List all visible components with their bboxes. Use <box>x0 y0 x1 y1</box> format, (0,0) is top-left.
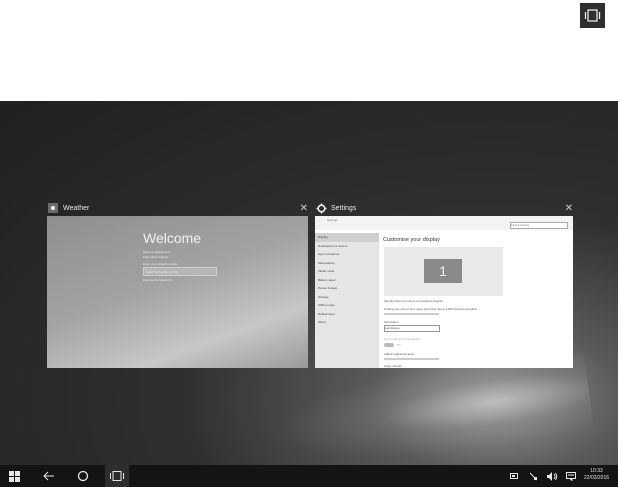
tablet-mode-icon[interactable] <box>580 3 605 28</box>
volume-icon[interactable] <box>546 465 558 487</box>
sidebar-item-tablet-mode: Tablet mode <box>318 269 335 273</box>
sidebar-item-multitasking: Multi-tasking <box>318 260 335 265</box>
sidebar-item-offline-maps: Offline maps <box>318 303 335 307</box>
back-arrow-icon <box>43 471 54 481</box>
orientation-select: Landscape <box>384 325 440 332</box>
clock[interactable]: 10:33 22/03/2016 <box>584 468 609 482</box>
search-button[interactable] <box>74 465 92 487</box>
sidebar-item-power: Power & sleep <box>318 286 338 290</box>
clock-time: 10:33 <box>590 468 603 474</box>
windows-icon <box>8 470 20 482</box>
settings-search-placeholder: Find a setting <box>511 223 530 227</box>
weather-title: Weather <box>63 204 90 212</box>
brightness-slider <box>384 358 439 360</box>
settings-sidebar: Display Notifications & actions Apps & f… <box>315 233 379 368</box>
sidebar-item-battery: Battery saver <box>318 277 336 282</box>
sidebar-item-display: Display <box>315 233 379 242</box>
settings-titlebar: Settings ✕ <box>315 200 573 216</box>
weather-line: Search for a town or city <box>146 270 179 274</box>
scale-slider <box>384 313 439 315</box>
back-button[interactable] <box>40 465 58 487</box>
action-center-icon[interactable] <box>565 465 577 487</box>
battery-icon[interactable] <box>508 465 520 487</box>
settings-app-label: Settings <box>327 218 338 222</box>
settings-main: Customise your display 1 Identify Detect… <box>383 236 568 368</box>
weather-titlebar: Weather ✕ <box>47 200 308 216</box>
sidebar-item-apps: Apps & features <box>318 252 340 256</box>
task-view-button[interactable] <box>105 465 129 487</box>
clock-date: 22/03/2016 <box>584 475 610 481</box>
sidebar-item-storage: Storage <box>318 294 329 299</box>
sidebar-item-notifications: Notifications & actions <box>318 243 348 248</box>
weather-preview: Welcome Show temperature in Fahrenheit C… <box>47 216 308 368</box>
weather-close-icon[interactable]: ✕ <box>300 203 308 214</box>
network-icon[interactable] <box>527 465 539 487</box>
settings-header: ← Settings Find a setting <box>315 216 573 230</box>
weather-line: Find me the latest info <box>143 278 173 282</box>
weather-line: Fahrenheit Celsius <box>143 255 169 259</box>
rotation-lock-toggle <box>384 343 394 347</box>
sidebar-item-default-apps: Default apps <box>318 311 335 316</box>
weather-welcome: Welcome <box>143 230 202 246</box>
settings-text: Apply Cancel <box>384 364 402 368</box>
weather-search-box: Search for a town or city <box>143 267 217 276</box>
settings-text: Adjust brightness level <box>384 352 415 356</box>
display-preview: 1 <box>384 247 503 296</box>
gear-icon <box>315 202 327 214</box>
weather-line: Enter your default location <box>143 262 178 266</box>
settings-text: Identify Detect Connect to a wireless di… <box>384 299 443 303</box>
settings-title: Settings <box>331 204 357 212</box>
sidebar-item-about: About <box>318 320 326 324</box>
settings-text: Change the size of text, apps and other … <box>384 307 477 311</box>
settings-search-box: Find a setting <box>510 222 568 229</box>
settings-preview: ← Settings Find a setting Display Notifi… <box>315 216 573 368</box>
orientation-value: Landscape <box>385 326 400 330</box>
start-button[interactable] <box>5 465 23 487</box>
settings-heading: Customise your display <box>383 237 440 243</box>
monitor-number: 1 <box>424 259 462 283</box>
cortana-circle-icon <box>77 470 89 482</box>
task-view-icon <box>110 471 124 481</box>
settings-text: Lock rotation of this display <box>384 337 421 341</box>
taskbar: 10:33 22/03/2016 <box>0 465 618 487</box>
settings-window-thumbnail[interactable]: Settings ✕ ← Settings Find a setting Dis… <box>315 200 573 368</box>
weather-app-icon <box>47 202 59 214</box>
settings-text: Orientation <box>384 320 399 324</box>
weather-line: Show temperature in <box>143 250 171 254</box>
weather-window-thumbnail[interactable]: Weather ✕ Welcome Show temperature in Fa… <box>47 200 308 368</box>
multitask-icon <box>584 9 601 22</box>
settings-close-icon[interactable]: ✕ <box>565 203 573 214</box>
back-icon: ← <box>318 218 321 222</box>
settings-text: On <box>397 343 402 347</box>
